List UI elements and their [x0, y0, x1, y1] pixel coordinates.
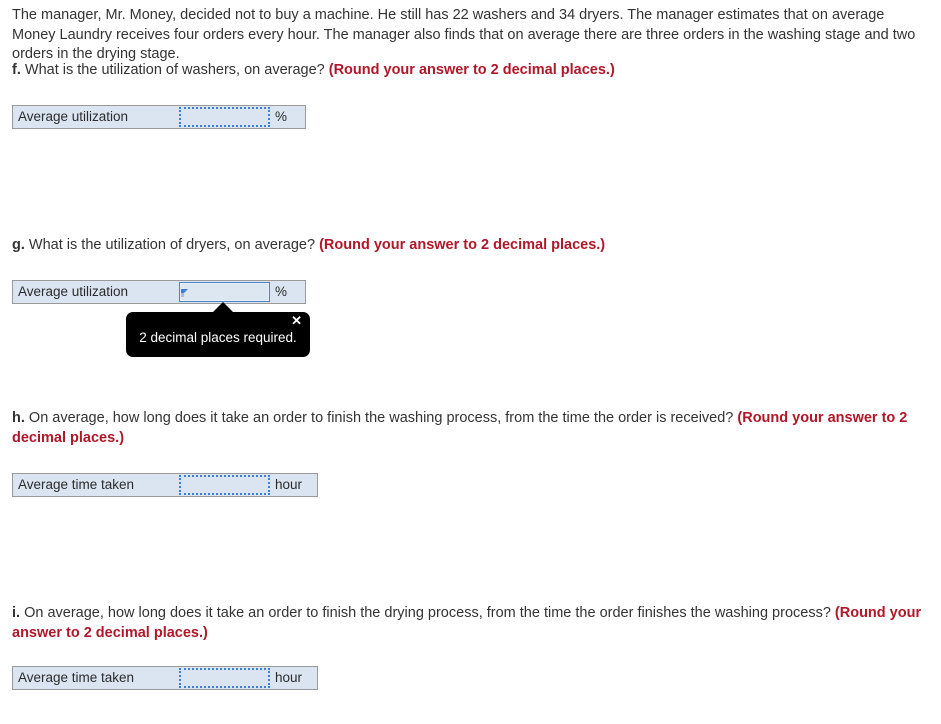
text-cursor-flag-icon: [181, 284, 189, 297]
question-i-prompt: On average, how long does it take an ord…: [20, 605, 835, 621]
question-g-text: g. What is the utilization of dryers, on…: [12, 236, 930, 256]
question-i-letter: i.: [12, 605, 21, 621]
answer-unit-h: hour: [270, 474, 317, 496]
average-time-taken-input-h[interactable]: [179, 475, 270, 495]
question-f-letter: f.: [12, 62, 21, 78]
question-h-prompt: On average, how long does it take an ord…: [24, 410, 738, 426]
answer-widget-i: Average time taken hour: [12, 666, 318, 690]
average-time-taken-input-i[interactable]: [179, 668, 270, 688]
average-utilization-input-g[interactable]: [179, 282, 270, 302]
tooltip-message: 2 decimal places required.: [139, 330, 297, 345]
question-f-round-note: (Round your answer to 2 decimal places.): [328, 62, 615, 78]
worksheet-page: The manager, Mr. Money, decided not to b…: [0, 0, 941, 724]
answer-label-f: Average utilization: [13, 106, 179, 128]
answer-label-g: Average utilization: [13, 281, 179, 303]
answer-widget-f: Average utilization %: [12, 105, 306, 129]
problem-intro-paragraph: The manager, Mr. Money, decided not to b…: [12, 7, 920, 63]
answer-unit-i: hour: [270, 667, 317, 689]
answer-widget-g: Average utilization %: [12, 280, 306, 304]
question-h-text: h. On average, how long does it take an …: [12, 409, 941, 448]
question-g-round-note: (Round your answer to 2 decimal places.): [319, 237, 606, 253]
question-f-prompt: What is the utilization of washers, on a…: [20, 62, 329, 78]
answer-unit-f: %: [270, 106, 305, 128]
question-g-prompt: What is the utilization of dryers, on av…: [24, 237, 320, 253]
answer-unit-g: %: [270, 281, 305, 303]
question-f-text: f. What is the utilization of washers, o…: [12, 61, 930, 81]
answer-label-h: Average time taken: [13, 474, 179, 496]
validation-tooltip: ✕ 2 decimal places required.: [126, 302, 310, 357]
question-g-letter: g.: [12, 237, 25, 253]
close-icon[interactable]: ✕: [291, 314, 302, 328]
tooltip-arrow-icon: [212, 302, 234, 313]
question-i-text: i. On average, how long does it take an …: [12, 604, 930, 643]
question-h-letter: h.: [12, 410, 25, 426]
answer-widget-h: Average time taken hour: [12, 473, 318, 497]
answer-label-i: Average time taken: [13, 667, 179, 689]
average-utilization-input-f[interactable]: [179, 107, 270, 127]
